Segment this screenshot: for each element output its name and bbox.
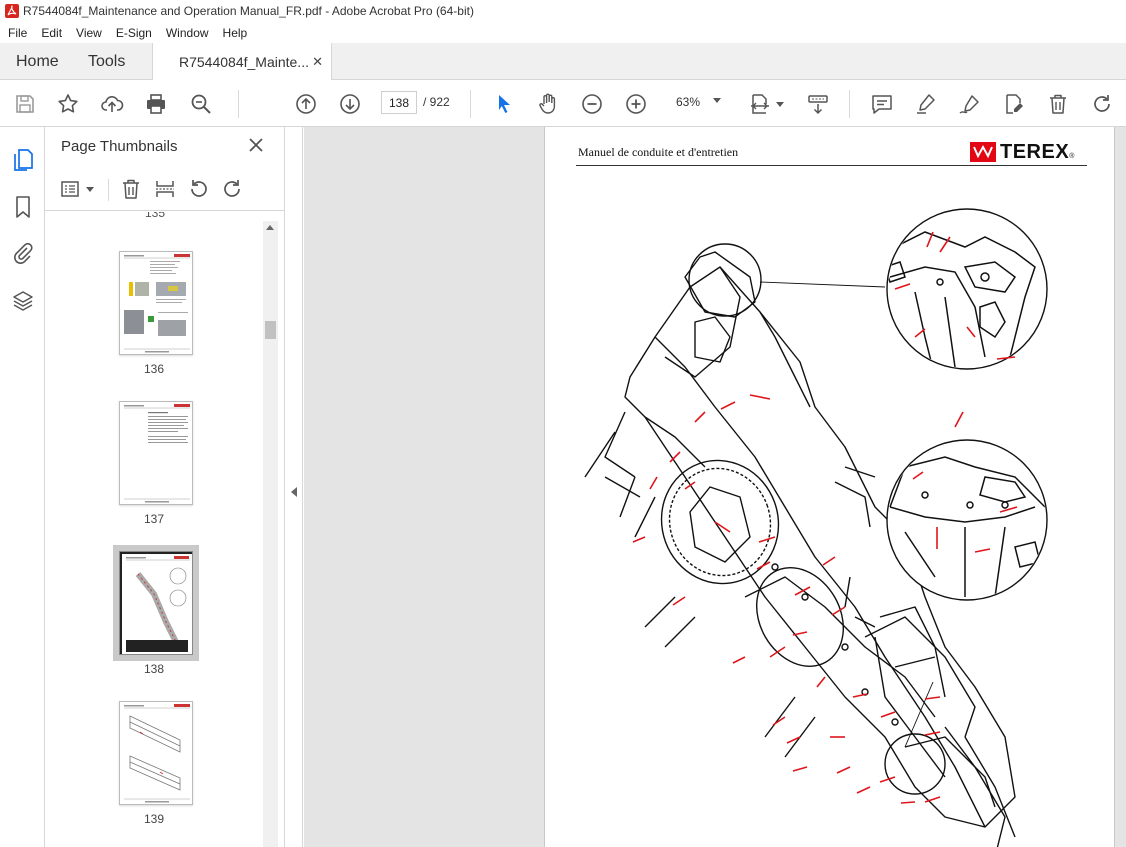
upload-icon[interactable] — [100, 92, 124, 116]
thumbnail-number: 138 — [143, 662, 165, 676]
scrollbar-thumb[interactable] — [265, 321, 276, 339]
panel-title: Page Thumbnails — [61, 138, 178, 155]
header-rule — [576, 165, 1087, 166]
tab-tools[interactable]: Tools — [88, 43, 125, 80]
tab-document-label: R7544084f_Mainte... — [179, 54, 309, 70]
thumbnail-number: 136 — [143, 362, 165, 376]
thumbnail-tools — [45, 167, 285, 211]
menu-file[interactable]: File — [4, 26, 31, 40]
thumbnails-panel: Page Thumbnails 135 136 137 138 139 — [45, 127, 285, 847]
thumbnail-page-139[interactable] — [119, 701, 193, 805]
page-number-input[interactable] — [381, 91, 417, 114]
terex-logo-mark-icon — [970, 142, 996, 162]
zoom-out-icon[interactable] — [580, 92, 604, 116]
document-view[interactable]: Manuel de conduite et d'entretien TEREX … — [304, 127, 1126, 847]
logo-registered: ® — [1069, 152, 1075, 160]
print-icon[interactable] — [144, 92, 168, 116]
layers-icon[interactable] — [10, 288, 36, 314]
thumbnail-options-caret-icon[interactable] — [86, 187, 94, 192]
save-icon[interactable] — [13, 92, 37, 116]
menu-edit[interactable]: Edit — [37, 26, 66, 40]
thumbnail-scrollbar[interactable] — [263, 221, 278, 847]
fit-page-icon[interactable] — [748, 92, 772, 116]
zoom-in-icon[interactable] — [624, 92, 648, 116]
sign-icon[interactable] — [958, 92, 982, 116]
rotate-clockwise-icon[interactable] — [220, 177, 244, 201]
tab-document[interactable]: R7544084f_Mainte... ✕ — [152, 43, 332, 81]
terex-logo: TEREX ® — [970, 140, 1090, 164]
menu-window[interactable]: Window — [162, 26, 213, 40]
close-tab-icon[interactable]: ✕ — [312, 54, 323, 70]
left-icon-rail — [0, 127, 45, 847]
window-title: R7544084f_Maintenance and Operation Manu… — [23, 4, 474, 18]
extract-page-icon[interactable] — [153, 177, 177, 201]
toolbar-divider — [238, 90, 239, 118]
thumbnail-page-138[interactable] — [113, 545, 199, 661]
page-header-text: Manuel de conduite et d'entretien — [578, 145, 739, 159]
thumbnail-tools-divider — [108, 179, 109, 201]
menu-help[interactable]: Help — [219, 26, 252, 40]
chassis-drawing — [584, 208, 1048, 847]
fit-page-caret-icon[interactable] — [776, 102, 784, 107]
close-panel-icon[interactable] — [248, 137, 264, 153]
zoom-search-icon[interactable] — [189, 92, 213, 116]
select-cursor-icon[interactable] — [492, 92, 516, 116]
menu-bar: File Edit View E-Sign Window Help — [0, 22, 1126, 43]
page-total: / 922 — [423, 95, 450, 109]
rotate-counterclockwise-icon[interactable] — [187, 177, 211, 201]
edit-pdf-icon[interactable] — [1002, 92, 1026, 116]
thumbnail-number: 139 — [143, 812, 165, 826]
delete-page-icon[interactable] — [119, 177, 143, 201]
thumbnail-list: 135 136 137 138 139 — [45, 212, 263, 847]
menu-esign[interactable]: E-Sign — [112, 26, 156, 40]
comment-icon[interactable] — [870, 92, 894, 116]
bookmark-icon[interactable] — [10, 194, 36, 220]
star-icon[interactable] — [56, 92, 80, 116]
hand-icon[interactable] — [536, 92, 560, 116]
pdf-page: Manuel de conduite et d'entretien TEREX … — [544, 127, 1115, 847]
acrobat-app-icon — [5, 4, 19, 18]
logo-text: TEREX — [1000, 140, 1070, 163]
acrobat-window: R7544084f_Maintenance and Operation Manu… — [0, 0, 1126, 847]
scroll-up-icon[interactable] — [266, 225, 274, 230]
delete-icon[interactable] — [1046, 92, 1070, 116]
thumbnail-page-136[interactable] — [119, 251, 193, 355]
thumbnail-options-icon[interactable] — [59, 177, 83, 201]
collapse-arrow-icon[interactable] — [291, 487, 297, 497]
title-bar: R7544084f_Maintenance and Operation Manu… — [0, 0, 1126, 22]
arrow-up-icon[interactable] — [294, 92, 318, 116]
thumbnail-label-partial: 135 — [145, 212, 166, 220]
page-thumbnails-icon[interactable] — [10, 147, 36, 173]
thumbnail-page-137[interactable] — [119, 401, 193, 505]
rotate-icon[interactable] — [1090, 92, 1114, 116]
scroll-mode-icon[interactable] — [806, 92, 830, 116]
toolbar-divider — [849, 90, 850, 118]
thumbnail-number: 137 — [143, 512, 165, 526]
zoom-dropdown-icon[interactable] — [713, 98, 721, 103]
panel-collapse-handle[interactable] — [285, 127, 303, 847]
arrow-down-icon[interactable] — [338, 92, 362, 116]
tab-bar: Home Tools R7544084f_Mainte... ✕ — [0, 43, 1126, 81]
toolbar-divider — [470, 90, 471, 118]
zoom-value[interactable]: 63% — [676, 95, 700, 109]
tab-home[interactable]: Home — [16, 43, 59, 80]
highlight-icon[interactable] — [914, 92, 938, 116]
attachment-icon[interactable] — [10, 240, 36, 266]
menu-view[interactable]: View — [72, 26, 106, 40]
toolbar — [0, 80, 1126, 127]
